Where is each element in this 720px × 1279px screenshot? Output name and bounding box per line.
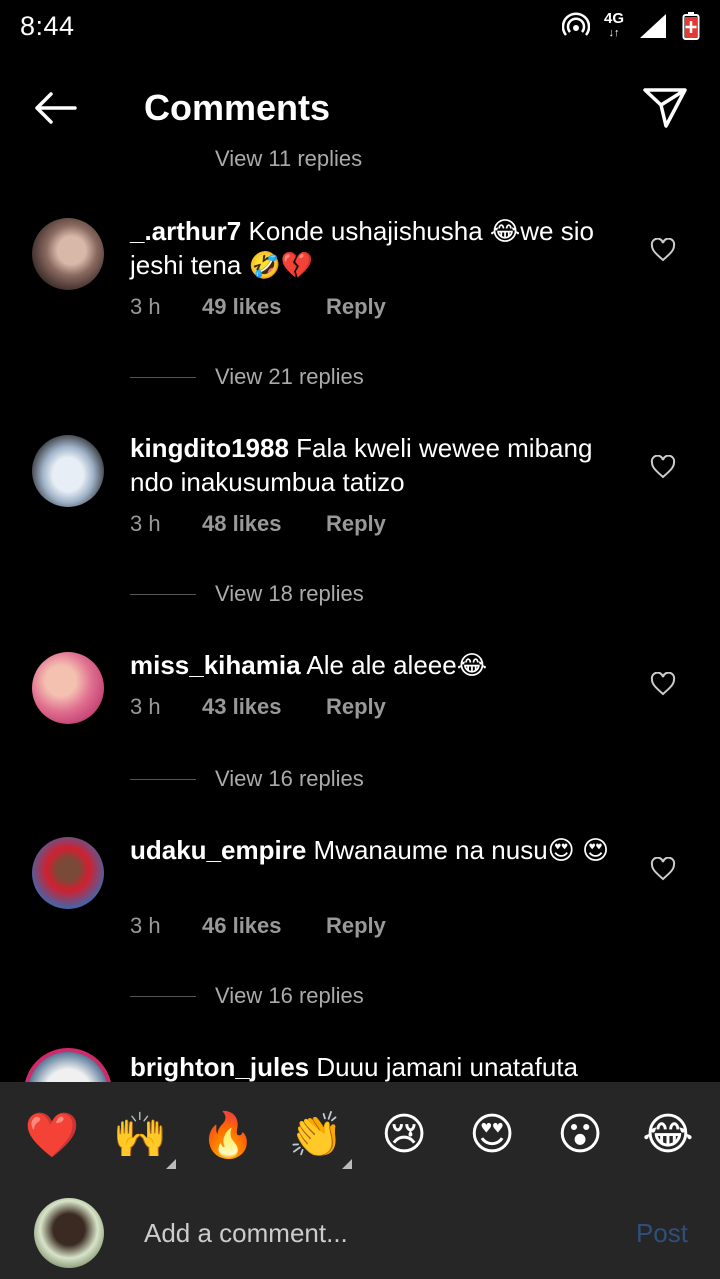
view-replies-button[interactable]: View 16 replies (130, 766, 364, 792)
arrow-left-icon (35, 92, 77, 124)
comment-username[interactable]: _.arthur7 (130, 216, 241, 246)
comment-time: 3 h (130, 913, 161, 938)
crying-face-icon: 😢 (381, 1110, 427, 1159)
comment-time: 3 h (130, 294, 161, 319)
view-replies-partial[interactable]: View 11 replies (215, 150, 362, 172)
battery-low-icon (682, 12, 700, 40)
signal-icon (640, 14, 666, 38)
divider (130, 778, 196, 780)
header: Comments (0, 62, 720, 154)
network-indicator: 4G ↓↑ (603, 10, 624, 40)
comment-text: miss_kihamia Ale ale aleee😂 (130, 648, 630, 682)
emoji-heart-eyes-button[interactable]: 😍 (462, 1105, 522, 1165)
tears-of-joy-icon: 😂 (642, 1110, 694, 1159)
status-time: 8:44 (20, 10, 75, 41)
hotspot-icon (561, 12, 590, 36)
page-title: Comments (144, 87, 331, 128)
comment-text: kingdito1988 Fala kweli wewee mibang ndo… (130, 431, 630, 499)
emoji-laughing-button[interactable]: 😂 (638, 1105, 698, 1165)
comment-likes[interactable]: 43 likes (202, 694, 326, 720)
comment-meta: 3 h 49 likes Reply (130, 294, 386, 320)
skin-tone-indicator-icon (166, 1158, 176, 1169)
heart-icon (650, 237, 676, 262)
emoji-sad-button[interactable]: 😢 (374, 1105, 434, 1165)
comment-text: udaku_empire Mwanaume na nusu😍 😍 (130, 833, 630, 867)
heart-icon (650, 671, 676, 696)
comment-text: _.arthur7 Konde ushajishusha 😂we sio jes… (130, 214, 630, 282)
status-icons: 4G ↓↑ (561, 10, 700, 41)
comment-username[interactable]: miss_kihamia (130, 650, 301, 680)
avatar[interactable] (24, 1048, 112, 1082)
heart-icon (650, 856, 676, 881)
view-replies-label: View 16 replies (215, 766, 364, 791)
emoji-raised-hands-button[interactable]: 🙌 (110, 1105, 176, 1169)
post-button[interactable]: Post (636, 1218, 688, 1249)
raised-hands-icon: 🙌 (112, 1110, 168, 1160)
like-button[interactable] (650, 671, 678, 700)
divider (130, 593, 196, 595)
comments-list[interactable]: View 11 replies _.arthur7 Konde ushajish… (0, 150, 720, 1082)
emoji-surprised-button[interactable]: 😮 (550, 1105, 610, 1165)
emoji-clap-button[interactable]: 👏 (286, 1105, 352, 1169)
share-button[interactable] (610, 62, 720, 154)
comment-content: Duuu jamani unatafuta (316, 1052, 578, 1082)
emoji-fire-button[interactable]: 🔥 (198, 1105, 258, 1165)
data-arrows-icon: ↓↑ (608, 27, 620, 39)
like-button[interactable] (650, 237, 678, 266)
comment-username[interactable]: kingdito1988 (130, 433, 289, 463)
comment-time: 3 h (130, 511, 161, 536)
comment-content: Ale ale aleee😂 (306, 650, 488, 680)
comment-likes[interactable]: 48 likes (202, 511, 326, 537)
view-replies-label: View 21 replies (215, 364, 364, 389)
back-button[interactable] (0, 62, 110, 154)
emoji-heart-button[interactable]: ❤️ (22, 1105, 82, 1165)
divider (130, 376, 196, 378)
emoji-reaction-bar: ❤️ 🙌 🔥 👏 😢 😍 😮 😂 (0, 1082, 720, 1187)
reply-button[interactable]: Reply (326, 694, 386, 720)
heart-icon (650, 454, 676, 479)
network-type-label: 4G (603, 10, 624, 27)
comment-input[interactable] (144, 1217, 636, 1249)
view-replies-button[interactable]: View 21 replies (130, 364, 364, 390)
fire-icon: 🔥 (200, 1110, 256, 1160)
surprised-face-icon: 😮 (557, 1110, 603, 1159)
view-replies-label: View 18 replies (215, 581, 364, 606)
comment-username[interactable]: brighton_jules (130, 1052, 309, 1082)
avatar[interactable] (32, 652, 104, 724)
reply-button[interactable]: Reply (326, 294, 386, 320)
like-button[interactable] (650, 856, 678, 885)
avatar[interactable] (32, 435, 104, 507)
comment-meta: 3 h 48 likes Reply (130, 511, 386, 537)
comment-text: brighton_jules Duuu jamani unatafuta (130, 1050, 630, 1082)
reply-button[interactable]: Reply (326, 913, 386, 939)
comment-content: Mwanaume na nusu😍 😍 (313, 835, 610, 865)
comment-likes[interactable]: 46 likes (202, 913, 326, 939)
divider (130, 995, 196, 997)
red-heart-icon: ❤️ (24, 1110, 80, 1160)
view-replies-button[interactable]: View 18 replies (130, 581, 364, 607)
comment-meta: 3 h 43 likes Reply (130, 694, 386, 720)
heart-eyes-icon: 😍 (469, 1110, 515, 1159)
avatar[interactable] (32, 837, 104, 909)
paper-plane-icon (643, 88, 687, 128)
status-bar: 8:44 4G ↓↑ (0, 0, 720, 52)
comment-username[interactable]: udaku_empire (130, 835, 306, 865)
comment-likes[interactable]: 49 likes (202, 294, 326, 320)
clapping-hands-icon: 👏 (288, 1110, 344, 1160)
view-replies-button[interactable]: View 16 replies (130, 983, 364, 1009)
comment-time: 3 h (130, 694, 161, 719)
user-avatar (34, 1198, 104, 1268)
skin-tone-indicator-icon (342, 1158, 352, 1169)
comment-meta: 3 h 46 likes Reply (130, 913, 386, 939)
reply-button[interactable]: Reply (326, 511, 386, 537)
view-replies-label: View 16 replies (215, 983, 364, 1008)
like-button[interactable] (650, 454, 678, 483)
avatar[interactable] (32, 218, 104, 290)
comment-input-bar: Post (0, 1187, 720, 1279)
